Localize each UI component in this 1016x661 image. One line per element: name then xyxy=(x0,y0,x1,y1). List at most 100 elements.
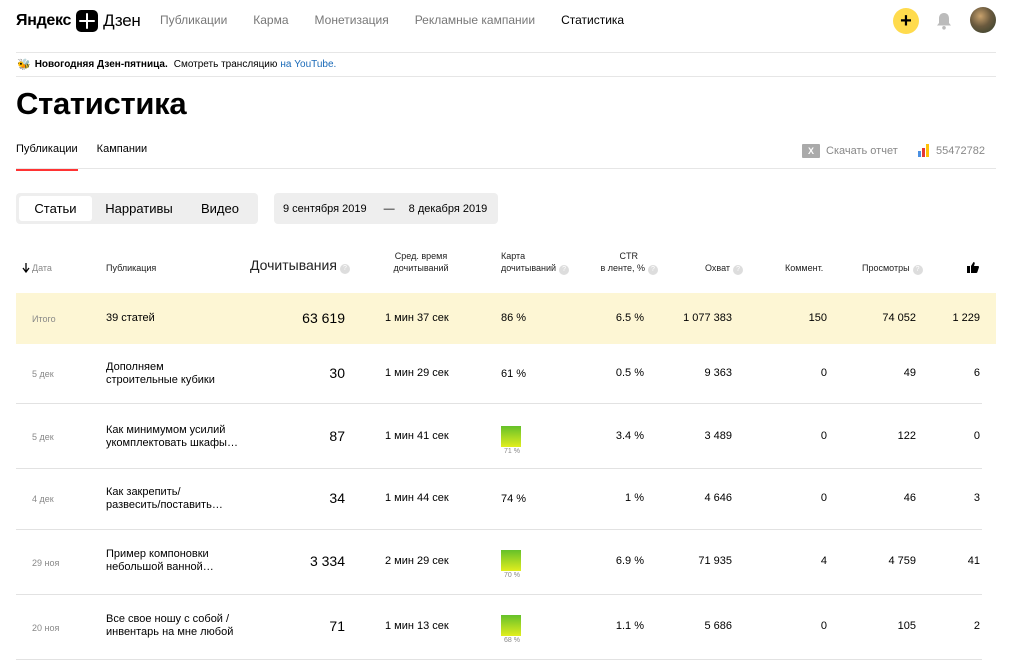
read-map-thumbnail[interactable] xyxy=(501,550,521,571)
bell-icon[interactable] xyxy=(935,11,953,31)
row-map: 61 % xyxy=(501,368,527,380)
row-map: 68 % xyxy=(504,637,520,644)
tab-campaigns[interactable]: Кампании xyxy=(97,143,148,171)
help-icon[interactable]: ? xyxy=(648,265,658,275)
row-reach: 9 363 xyxy=(704,367,732,379)
counter-id: 55472782 xyxy=(936,144,985,157)
metrika-counter[interactable]: 55472782 xyxy=(918,144,985,157)
col-date[interactable]: Дата xyxy=(22,262,52,274)
row-reach: 71 935 xyxy=(698,555,732,567)
avatar[interactable] xyxy=(970,7,996,33)
date-to[interactable]: 8 декабря 2019 xyxy=(409,203,488,215)
row-publication[interactable]: Все свое ношу с собой / инвентарь на мне… xyxy=(106,613,233,639)
total-comments: 150 xyxy=(808,312,827,324)
row-comments: 0 xyxy=(820,492,827,504)
logo-zen-text: Дзен xyxy=(103,11,141,30)
tab-publications[interactable]: Публикации xyxy=(16,143,78,171)
segment-narratives[interactable]: Нарративы xyxy=(98,196,180,221)
content-type-switch: Статьи Нарративы Видео xyxy=(16,193,258,224)
create-button[interactable]: + xyxy=(893,8,919,34)
stats-tabs: Публикации Кампании xyxy=(16,143,166,171)
row-avg-time: 2 мин 29 сек xyxy=(385,555,449,567)
col-avg-time-line2: дочитываний xyxy=(393,263,449,273)
help-icon[interactable]: ? xyxy=(733,265,744,275)
row-likes: 0 xyxy=(973,430,980,442)
nav-ad-campaigns[interactable]: Рекламные кампании xyxy=(415,13,535,27)
row-ctr: 6.9 % xyxy=(615,555,644,567)
row-likes: 41 xyxy=(967,555,980,567)
row-comments: 4 xyxy=(820,555,827,567)
download-report-button[interactable]: X Скачать отчет xyxy=(802,144,898,158)
table-row[interactable]: 20 ноя Все свое ношу с собой / инвентарь… xyxy=(16,595,982,660)
row-publication-line1: Пример компоновки xyxy=(106,548,209,560)
row-publication-line2: развесить/поставить… xyxy=(106,499,223,511)
row-avg-time: 1 мин 29 сек xyxy=(385,367,449,379)
row-date: 20 ноя xyxy=(32,623,60,633)
col-map-line2: дочитываний xyxy=(501,263,557,273)
help-icon[interactable]: ? xyxy=(339,264,350,274)
col-reads-label: Дочитывания xyxy=(250,257,337,273)
row-publication-line2: строительные кубики xyxy=(106,374,215,386)
nav-karma[interactable]: Карма xyxy=(253,13,288,27)
yandex-zen-logo[interactable]: Яндекс Дзен xyxy=(16,9,141,33)
segment-video[interactable]: Видео xyxy=(188,196,252,221)
col-publication[interactable]: Публикация xyxy=(106,262,156,274)
row-ctr: 0.5 % xyxy=(615,367,644,379)
col-read-map[interactable]: Карта дочитываний? xyxy=(501,250,570,275)
divider xyxy=(16,168,996,169)
total-likes: 1 229 xyxy=(952,312,980,324)
promo-youtube-link[interactable]: на YouTube. xyxy=(280,59,336,70)
row-reads: 34 xyxy=(329,490,345,506)
promo-title: Новогодняя Дзен-пятница. xyxy=(34,59,168,70)
row-reach: 3 489 xyxy=(704,430,732,442)
row-publication-line2: небольшой ванной… xyxy=(106,561,214,573)
page-title: Статистика xyxy=(16,86,187,121)
table-row[interactable]: 29 ноя Пример компоновки небольшой ванно… xyxy=(16,530,982,595)
row-ctr: 1 % xyxy=(625,492,644,504)
col-avg-time[interactable]: Сред. время дочитываний xyxy=(385,250,457,274)
segment-articles[interactable]: Статьи xyxy=(19,196,92,221)
row-publication-line1: Как закрепить/ xyxy=(106,486,181,498)
nav-monetization[interactable]: Монетизация xyxy=(315,13,389,27)
table-row[interactable]: 5 дек Дополняем строительные кубики 30 1… xyxy=(16,344,982,404)
col-reach[interactable]: Охват? xyxy=(705,262,744,275)
read-map-thumbnail[interactable] xyxy=(501,426,521,447)
row-map: 71 % xyxy=(504,448,520,455)
help-icon[interactable]: ? xyxy=(559,265,570,275)
row-publication[interactable]: Пример компоновки небольшой ванной… xyxy=(106,548,214,574)
row-views: 122 xyxy=(897,430,916,442)
total-row: Итого 39 статей 63 619 1 мин 37 сек 86 %… xyxy=(16,293,996,344)
col-ctr-line2: в ленте, % xyxy=(600,263,645,273)
table-row[interactable]: 5 дек Как минимумом усилий укомплектоват… xyxy=(16,404,982,469)
col-avg-time-line1: Сред. время xyxy=(394,251,448,261)
read-map-thumbnail[interactable] xyxy=(501,615,521,636)
row-publication-line1: Все свое ношу с собой / xyxy=(106,613,230,625)
zen-logo-icon xyxy=(76,10,99,32)
help-icon[interactable]: ? xyxy=(912,265,923,275)
promo-text: Смотреть трансляцию xyxy=(173,59,278,70)
nav-publications[interactable]: Публикации xyxy=(160,13,227,27)
date-range-picker[interactable]: 9 сентября 2019 — 8 декабря 2019 xyxy=(274,193,498,224)
row-views: 4 759 xyxy=(888,555,916,567)
total-label: Итого xyxy=(32,314,56,324)
row-publication[interactable]: Как минимумом усилий укомплектовать шкаф… xyxy=(106,424,238,450)
bee-icon: 🐝 xyxy=(17,59,31,71)
total-ctr: 6.5 % xyxy=(615,312,644,324)
date-from[interactable]: 9 сентября 2019 xyxy=(283,203,367,215)
nav-statistics[interactable]: Статистика xyxy=(561,13,624,27)
row-publication[interactable]: Как закрепить/ развесить/поставить… xyxy=(106,486,223,512)
col-views[interactable]: Просмотры? xyxy=(862,262,923,275)
row-publication-line2: укомплектовать шкафы… xyxy=(106,437,238,449)
table-row[interactable]: 4 дек Как закрепить/ развесить/поставить… xyxy=(16,469,982,530)
total-views: 74 052 xyxy=(882,312,916,324)
thumbs-up-icon[interactable] xyxy=(967,262,979,273)
col-reads[interactable]: Дочитывания? xyxy=(250,257,350,274)
total-publication: 39 статей xyxy=(106,312,155,324)
row-comments: 0 xyxy=(820,620,827,632)
row-comments: 0 xyxy=(820,367,827,379)
row-publication[interactable]: Дополняем строительные кубики xyxy=(106,361,215,387)
col-comments[interactable]: Коммент. xyxy=(785,262,823,274)
sort-arrow-down-icon xyxy=(22,263,30,274)
col-ctr[interactable]: CTR в ленте, %? xyxy=(588,250,658,275)
col-map-line1: Карта xyxy=(501,251,526,261)
